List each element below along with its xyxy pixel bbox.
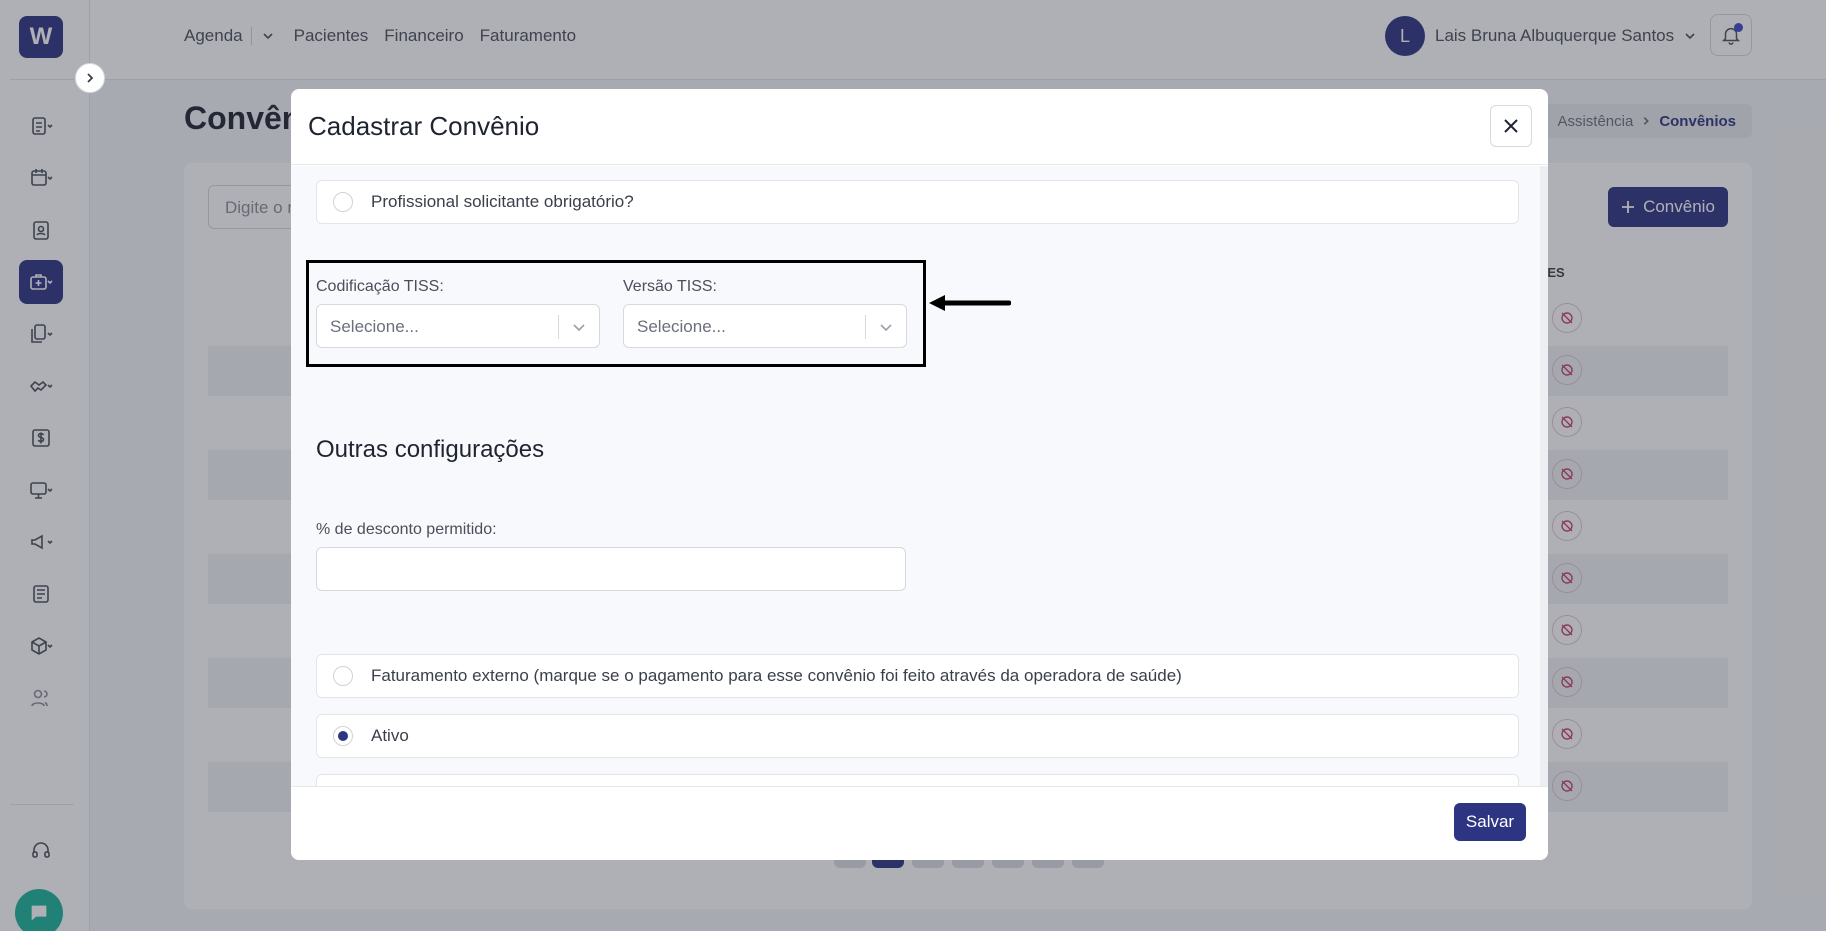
save-button[interactable]: Salvar <box>1454 803 1526 841</box>
requester-required-checkbox[interactable]: Profissional solicitante obrigatório? <box>316 180 1519 224</box>
close-icon <box>1504 119 1518 133</box>
modal-body[interactable]: Profissional solicitante obrigatório? Co… <box>291 166 1540 786</box>
other-settings-title: Outras configurações <box>316 436 545 463</box>
discount-input[interactable] <box>316 547 906 591</box>
active-label: Ativo <box>371 726 409 745</box>
modal-title: Cadastrar Convênio <box>308 111 540 141</box>
checkbox-row-partial[interactable] <box>316 774 1519 786</box>
checkbox-indicator[interactable] <box>333 666 353 686</box>
sidebar-toggle-button[interactable] <box>75 63 105 93</box>
external-billing-label: Faturamento externo (marque se o pagamen… <box>371 666 1182 685</box>
annotation-arrow-icon <box>929 295 1011 311</box>
external-billing-checkbox[interactable]: Faturamento externo (marque se o pagamen… <box>316 654 1519 698</box>
modal-header: Cadastrar Convênio <box>291 89 1548 165</box>
modal-scrollbar[interactable] <box>1540 166 1548 786</box>
requester-required-label: Profissional solicitante obrigatório? <box>371 192 634 211</box>
register-insurance-modal: Cadastrar Convênio Profissional solicita… <box>291 89 1548 860</box>
checkbox-indicator[interactable] <box>333 192 353 212</box>
discount-label: % de desconto permitido: <box>316 521 497 538</box>
checkbox-indicator-checked[interactable] <box>333 726 353 746</box>
modal-footer: Salvar <box>291 786 1548 860</box>
chevron-right-icon <box>87 73 94 83</box>
annotation-highlight-box <box>306 260 926 367</box>
active-checkbox[interactable]: Ativo <box>316 714 1519 758</box>
close-button[interactable] <box>1490 105 1532 147</box>
